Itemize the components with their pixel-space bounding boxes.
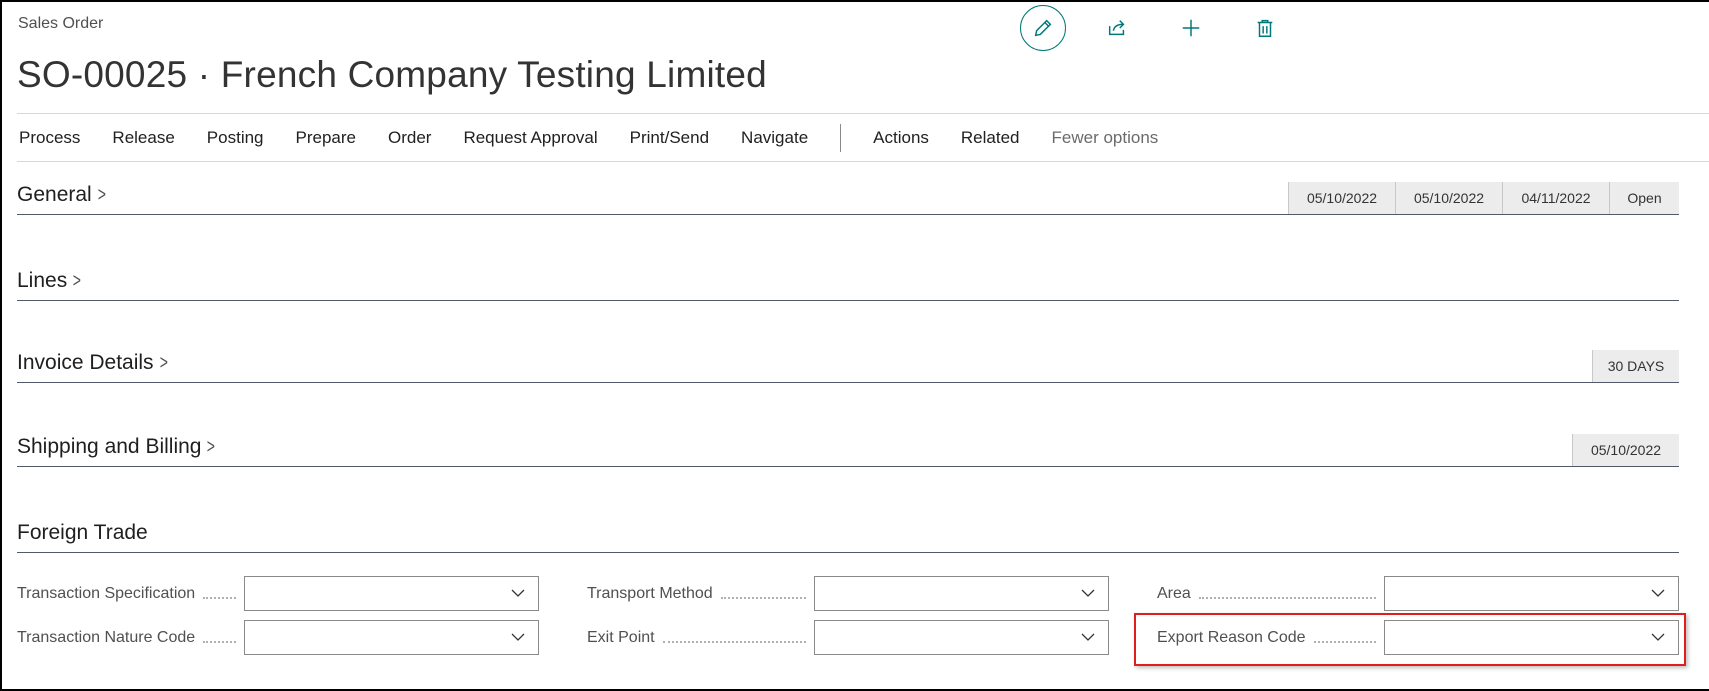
- field-label: Transaction Nature Code: [17, 628, 196, 646]
- menu-navigate[interactable]: Navigate: [741, 128, 808, 148]
- section-shipping-billing: Shipping and Billing > 05/10/2022: [17, 434, 1679, 467]
- field-transaction-specification: Transaction Specification: [17, 576, 539, 611]
- chevron-down-icon: [1081, 633, 1095, 641]
- share-button[interactable]: [1094, 5, 1140, 51]
- menu-prepare[interactable]: Prepare: [296, 128, 356, 148]
- menu-posting[interactable]: Posting: [207, 128, 264, 148]
- menu-fewer-options[interactable]: Fewer options: [1052, 128, 1159, 148]
- section-lines-header[interactable]: Lines >: [17, 269, 83, 300]
- invoice-summary-pills: 30 DAYS: [1592, 350, 1679, 382]
- status-badge: Open: [1609, 182, 1679, 214]
- general-summary-pills: 05/10/2022 05/10/2022 04/11/2022 Open: [1288, 182, 1679, 214]
- menu-release[interactable]: Release: [112, 128, 174, 148]
- summary-pill: 04/11/2022: [1502, 182, 1609, 214]
- leader-dots: [662, 640, 806, 643]
- section-invoice-details: Invoice Details > 30 DAYS: [17, 350, 1679, 383]
- page-title: SO-00025 · French Company Testing Limite…: [17, 54, 767, 95]
- menu-request-approval[interactable]: Request Approval: [463, 128, 597, 148]
- chevron-right-icon: >: [159, 351, 168, 374]
- section-shipping-title: Shipping and Billing: [17, 435, 202, 458]
- chevron-down-icon: [1081, 589, 1095, 597]
- section-foreign-title: Foreign Trade: [17, 521, 148, 544]
- menu-bottom-divider: [17, 161, 1709, 162]
- field-exit-point: Exit Point: [587, 620, 1109, 655]
- leader-dots: [203, 596, 236, 599]
- chevron-down-icon: [1651, 589, 1665, 597]
- delete-icon: [1257, 19, 1273, 37]
- transport-method-select[interactable]: [814, 576, 1109, 611]
- leader-dots: [1198, 596, 1376, 599]
- shipping-summary-pills: 05/10/2022: [1572, 434, 1679, 466]
- section-general-title: General: [17, 183, 92, 206]
- menu-related[interactable]: Related: [961, 128, 1020, 148]
- plus-icon: [1182, 19, 1200, 37]
- field-area: Area: [1157, 576, 1679, 611]
- menu-process[interactable]: Process: [19, 128, 80, 148]
- field-label: Transaction Specification: [17, 584, 196, 602]
- edit-icon: [1034, 19, 1052, 37]
- section-invoice-header[interactable]: Invoice Details >: [17, 351, 169, 382]
- menu-order[interactable]: Order: [388, 128, 431, 148]
- section-shipping-header[interactable]: Shipping and Billing >: [17, 435, 217, 466]
- menu-actions[interactable]: Actions: [873, 128, 929, 148]
- chevron-down-icon: [511, 589, 525, 597]
- leader-dots: [720, 596, 806, 599]
- delete-button[interactable]: [1242, 5, 1288, 51]
- chevron-right-icon: >: [72, 269, 82, 292]
- field-transport-method: Transport Method: [587, 576, 1109, 611]
- transaction-nature-code-select[interactable]: [244, 620, 539, 655]
- section-foreign-trade: Foreign Trade: [17, 516, 1679, 553]
- field-transaction-nature-code: Transaction Nature Code: [17, 620, 539, 655]
- section-foreign-header[interactable]: Foreign Trade: [17, 521, 148, 552]
- menu-print-send[interactable]: Print/Send: [630, 128, 709, 148]
- action-menu-bar: Process Release Posting Prepare Order Re…: [19, 114, 1190, 161]
- field-label: Exit Point: [587, 628, 655, 646]
- leader-dots: [203, 640, 236, 643]
- highlight-box: [1134, 613, 1686, 666]
- field-label: Area: [1157, 584, 1191, 602]
- chevron-right-icon: >: [97, 183, 106, 206]
- exit-point-select[interactable]: [814, 620, 1109, 655]
- menu-separator: [840, 123, 842, 152]
- summary-pill: 30 DAYS: [1592, 350, 1679, 382]
- section-general-header[interactable]: General >: [17, 183, 107, 214]
- area-select[interactable]: [1384, 576, 1679, 611]
- new-button[interactable]: [1168, 5, 1214, 51]
- section-lines: Lines >: [17, 264, 1679, 301]
- section-lines-title: Lines: [17, 269, 68, 292]
- edit-button[interactable]: [1020, 5, 1066, 51]
- field-label: Transport Method: [587, 584, 713, 602]
- breadcrumb: Sales Order: [18, 15, 104, 32]
- transaction-specification-select[interactable]: [244, 576, 539, 611]
- share-icon: [1108, 20, 1125, 36]
- section-invoice-title: Invoice Details: [17, 351, 154, 374]
- chevron-down-icon: [511, 633, 525, 641]
- section-general: General > 05/10/2022 05/10/2022 04/11/20…: [17, 182, 1679, 215]
- top-action-bar: [1020, 3, 1316, 53]
- summary-pill: 05/10/2022: [1395, 182, 1502, 214]
- summary-pill: 05/10/2022: [1288, 182, 1395, 214]
- summary-pill: 05/10/2022: [1572, 434, 1679, 466]
- chevron-right-icon: >: [207, 435, 216, 458]
